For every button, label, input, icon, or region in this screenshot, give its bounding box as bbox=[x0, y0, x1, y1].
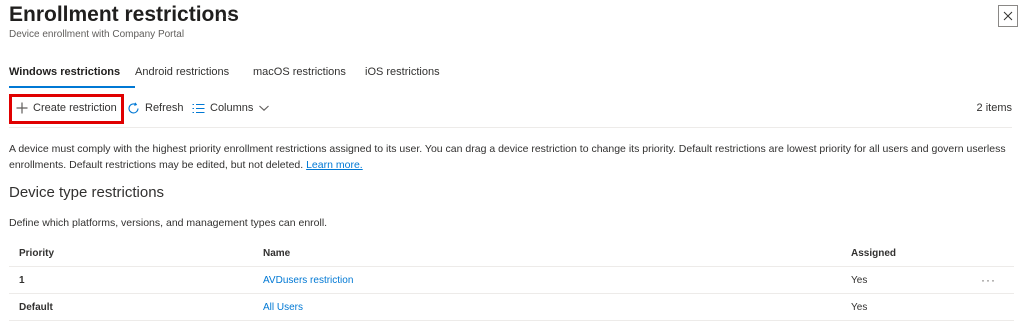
header-assigned[interactable]: Assigned bbox=[851, 240, 896, 266]
table-row[interactable]: 1 AVDusers restriction Yes ··· bbox=[9, 267, 1014, 294]
toolbar: Create restriction Refresh Columns 2 ite… bbox=[9, 94, 1012, 124]
tab-android-restrictions[interactable]: Android restrictions bbox=[135, 60, 253, 88]
row-more-button[interactable]: ··· bbox=[981, 267, 996, 293]
description-text: A device must comply with the highest pr… bbox=[9, 143, 1006, 171]
columns-label: Columns bbox=[210, 102, 254, 114]
row-name-link[interactable]: AVDusers restriction bbox=[263, 267, 353, 293]
columns-button[interactable]: Columns bbox=[192, 94, 270, 122]
learn-more-link[interactable]: Learn more. bbox=[306, 159, 363, 171]
create-restriction-button[interactable]: Create restriction bbox=[16, 94, 117, 122]
tab-windows-restrictions[interactable]: Windows restrictions bbox=[9, 60, 135, 88]
table-row[interactable]: Default All Users Yes bbox=[9, 294, 1014, 321]
row-assigned: Yes bbox=[851, 274, 868, 286]
tab-ios-restrictions[interactable]: iOS restrictions bbox=[365, 60, 465, 88]
section-title: Device type restrictions bbox=[9, 184, 165, 201]
table-header: Priority Name Assigned bbox=[9, 240, 1014, 267]
row-priority: Default bbox=[19, 301, 53, 313]
tab-macos-restrictions[interactable]: macOS restrictions bbox=[253, 60, 365, 88]
row-assigned: Yes bbox=[851, 301, 868, 313]
restrictions-description: A device must comply with the highest pr… bbox=[9, 141, 1014, 173]
restrictions-table: Priority Name Assigned 1 AVDusers restri… bbox=[9, 240, 1014, 321]
page-subtitle: Device enrollment with Company Portal bbox=[9, 29, 185, 40]
page-title: Enrollment restrictions bbox=[9, 3, 239, 26]
section-description: Define which platforms, versions, and ma… bbox=[9, 217, 328, 229]
toolbar-divider bbox=[9, 127, 1012, 128]
refresh-icon bbox=[128, 101, 139, 113]
items-count: 2 items bbox=[976, 102, 1012, 114]
create-restriction-label: Create restriction bbox=[33, 102, 117, 114]
title-more-button[interactable]: ··· bbox=[216, 8, 232, 23]
refresh-button[interactable]: Refresh bbox=[127, 94, 184, 122]
close-icon bbox=[1003, 11, 1013, 21]
header-name[interactable]: Name bbox=[263, 240, 290, 266]
row-name-link[interactable]: All Users bbox=[263, 294, 303, 320]
header-priority[interactable]: Priority bbox=[19, 240, 54, 266]
chevron-down-icon bbox=[259, 105, 270, 111]
refresh-label: Refresh bbox=[145, 102, 184, 114]
close-button[interactable] bbox=[998, 5, 1018, 27]
columns-icon bbox=[192, 103, 205, 113]
plus-icon bbox=[16, 102, 28, 114]
restriction-tabs: Windows restrictions Android restriction… bbox=[9, 60, 465, 88]
row-priority: 1 bbox=[19, 274, 25, 286]
